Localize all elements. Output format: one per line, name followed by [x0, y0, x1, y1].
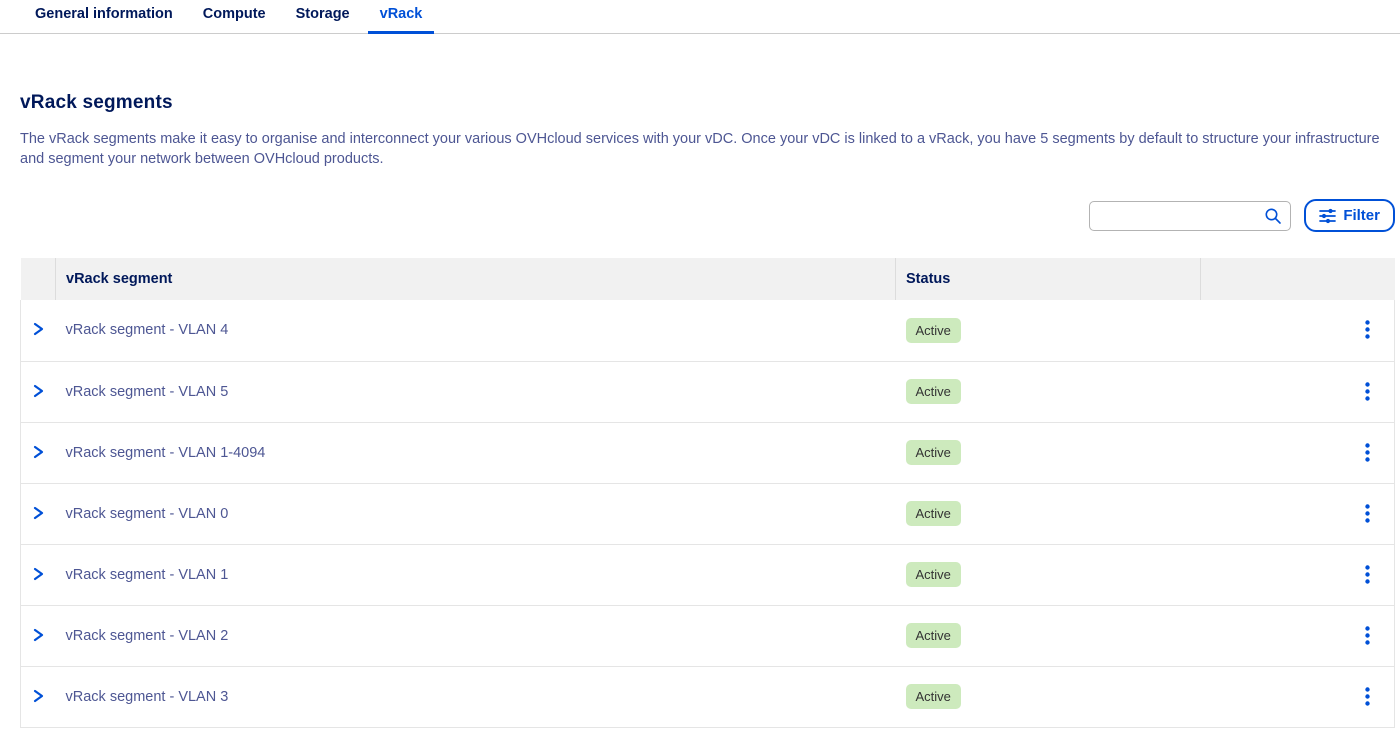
table-header-row: vRack segment Status [21, 258, 1395, 300]
chevron-right-icon [31, 689, 45, 703]
table-row: vRack segment - VLAN 4 Active [21, 300, 1395, 361]
chevron-right-icon [31, 322, 45, 336]
filter-sliders-icon [1319, 208, 1336, 224]
header-status: Status [896, 258, 1201, 300]
expand-row-button[interactable] [27, 381, 49, 403]
segment-link[interactable]: vRack segment - VLAN 1-4094 [66, 445, 266, 461]
segment-link[interactable]: vRack segment - VLAN 4 [66, 322, 229, 338]
search-icon[interactable] [1264, 207, 1282, 225]
segment-link[interactable]: vRack segment - VLAN 1 [66, 567, 229, 583]
tab-vrack[interactable]: vRack [368, 0, 435, 33]
search-box [1089, 201, 1291, 231]
chevron-right-icon [31, 384, 45, 398]
kebab-icon [1365, 504, 1370, 523]
kebab-menu-button[interactable] [1359, 500, 1376, 527]
kebab-icon [1365, 565, 1370, 584]
kebab-menu-button[interactable] [1359, 439, 1376, 466]
kebab-menu-button[interactable] [1359, 683, 1376, 710]
filter-button[interactable]: Filter [1304, 199, 1395, 232]
tab-general-information[interactable]: General information [23, 0, 185, 33]
expand-row-button[interactable] [27, 625, 49, 647]
vrack-segments-table: vRack segment Status vRack segment - VLA… [20, 258, 1395, 728]
search-input[interactable] [1089, 201, 1291, 231]
chevron-right-icon [31, 628, 45, 642]
kebab-menu-button[interactable] [1359, 316, 1376, 343]
tab-compute[interactable]: Compute [191, 0, 278, 33]
kebab-icon [1365, 626, 1370, 645]
tab-bar: General information Compute Storage vRac… [0, 0, 1400, 34]
status-badge: Active [906, 379, 961, 404]
table-row: vRack segment - VLAN 1-4094 Active [21, 422, 1395, 483]
expand-row-button[interactable] [27, 503, 49, 525]
page-title: vRack segments [20, 92, 1380, 114]
kebab-menu-button[interactable] [1359, 561, 1376, 588]
kebab-icon [1365, 382, 1370, 401]
kebab-menu-button[interactable] [1359, 622, 1376, 649]
status-badge: Active [906, 623, 961, 648]
header-actions-column [1201, 258, 1395, 300]
segment-link[interactable]: vRack segment - VLAN 0 [66, 506, 229, 522]
table-row: vRack segment - VLAN 2 Active [21, 605, 1395, 666]
page-description: The vRack segments make it easy to organ… [20, 130, 1380, 169]
segment-link[interactable]: vRack segment - VLAN 2 [66, 628, 229, 644]
status-badge: Active [906, 318, 961, 343]
header-vrack-segment: vRack segment [56, 258, 896, 300]
table-row: vRack segment - VLAN 0 Active [21, 483, 1395, 544]
expand-row-button[interactable] [27, 686, 49, 708]
chevron-right-icon [31, 567, 45, 581]
table-row: vRack segment - VLAN 5 Active [21, 361, 1395, 422]
status-badge: Active [906, 684, 961, 709]
kebab-icon [1365, 443, 1370, 462]
tab-storage[interactable]: Storage [284, 0, 362, 33]
expand-row-button[interactable] [27, 442, 49, 464]
filter-button-label: Filter [1343, 207, 1380, 224]
segment-link[interactable]: vRack segment - VLAN 3 [66, 689, 229, 705]
status-badge: Active [906, 440, 961, 465]
header-expand-column [21, 258, 56, 300]
expand-row-button[interactable] [27, 564, 49, 586]
chevron-right-icon [31, 445, 45, 459]
expand-row-button[interactable] [27, 319, 49, 341]
segment-link[interactable]: vRack segment - VLAN 5 [66, 384, 229, 400]
status-badge: Active [906, 562, 961, 587]
table-row: vRack segment - VLAN 1 Active [21, 544, 1395, 605]
status-badge: Active [906, 501, 961, 526]
table-row: vRack segment - VLAN 3 Active [21, 666, 1395, 727]
kebab-icon [1365, 687, 1370, 706]
kebab-icon [1365, 320, 1370, 339]
table-toolbar: Filter [20, 199, 1395, 232]
kebab-menu-button[interactable] [1359, 378, 1376, 405]
chevron-right-icon [31, 506, 45, 520]
